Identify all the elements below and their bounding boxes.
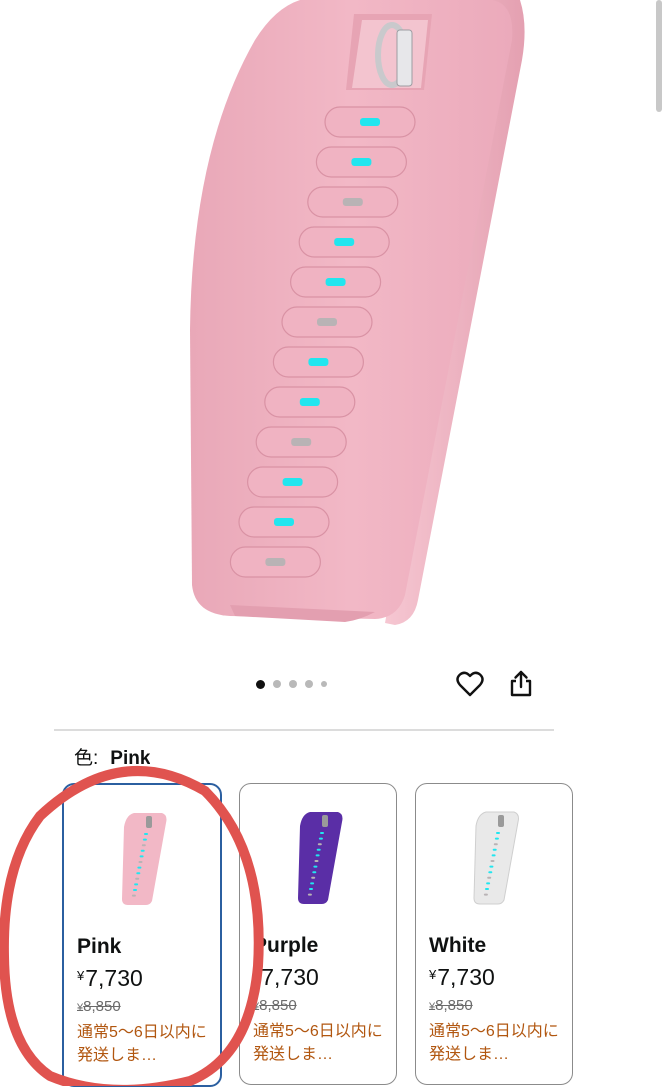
led-indicator-on [274, 518, 294, 526]
device-thumbnail-body [473, 811, 519, 905]
variant-shipping: 通常5～6日以内に発送しま… [77, 1024, 207, 1064]
led-dot-thumbnail [138, 861, 143, 863]
led-dot-thumbnail [139, 855, 144, 858]
led-dot-thumbnail [494, 837, 499, 840]
led-dot-thumbnail [137, 866, 142, 869]
carousel-dot[interactable] [273, 680, 281, 688]
led-dot-thumbnail [490, 860, 495, 862]
led-indicator-on [334, 238, 355, 246]
carousel-dot[interactable] [289, 680, 297, 688]
led-dot-thumbnail [318, 837, 323, 840]
led-dot-thumbnail [313, 865, 318, 868]
led-indicator-off [291, 438, 312, 446]
led-dot-thumbnail [142, 838, 147, 841]
led-indicator-on [325, 278, 346, 286]
variant-name: Pink [77, 935, 122, 958]
variant-price: ¥7,730 [429, 964, 495, 990]
led-indicator-off [317, 318, 337, 326]
led-dot-thumbnail [307, 893, 312, 896]
led-dot-thumbnail [493, 843, 498, 846]
led-dot-thumbnail [492, 848, 497, 851]
led-dot-thumbnail [487, 876, 492, 879]
led-dot-thumbnail [315, 854, 320, 857]
led-indicator-on [299, 398, 320, 406]
carousel-dot[interactable] [256, 679, 265, 689]
variant-shipping: 通常5～6日以内に発送しま… [429, 1023, 559, 1063]
led-dot-thumbnail [136, 872, 141, 875]
led-indicator-off [342, 198, 363, 206]
variant-shipping: 通常5～6日以内に発送しま… [253, 1023, 383, 1063]
led-dot-thumbnail [488, 871, 493, 874]
power-bank-device [190, 0, 525, 625]
section-divider [54, 729, 554, 731]
led-dot-thumbnail [141, 844, 146, 847]
color-label: 色: [74, 748, 99, 769]
led-dot-thumbnail [483, 893, 488, 896]
scrollbar[interactable] [656, 0, 662, 112]
ring-thumbnail [498, 815, 504, 827]
led-dot-thumbnail [496, 832, 500, 834]
variant-list-price: ¥8,850 [253, 997, 297, 1014]
product-image[interactable] [0, 0, 662, 650]
carousel-dot[interactable] [305, 680, 313, 688]
led-dot-thumbnail [312, 871, 317, 874]
led-dot-thumbnail [489, 865, 494, 868]
variant-price: ¥7,730 [253, 964, 319, 990]
led-indicator-on [282, 478, 303, 486]
led-indicator-on [308, 358, 329, 366]
device-thumbnail-body [122, 813, 167, 905]
variant-swatch-purple[interactable]: Purple ¥7,730 ¥8,850 通常5～6日以内に発送しま… [239, 783, 397, 1085]
led-dot-thumbnail [144, 833, 148, 835]
carousel-dot[interactable] [321, 681, 327, 687]
color-selector-label: 色: Pink [74, 744, 150, 774]
led-dot-thumbnail [491, 854, 496, 857]
share-icon[interactable] [505, 668, 537, 700]
device-thumbnail-body [298, 812, 343, 904]
led-dot-thumbnail [316, 848, 321, 851]
variant-name: White [429, 934, 487, 957]
led-dot-thumbnail [317, 843, 322, 846]
heart-icon[interactable] [454, 668, 486, 700]
ring-thumbnail [146, 816, 152, 828]
led-dot-thumbnail [134, 883, 139, 886]
variant-swatch-pink[interactable]: Pink ¥7,730 ¥8,850 通常5～6日以内に発送しま… [62, 783, 222, 1087]
led-dot-thumbnail [485, 888, 489, 890]
led-dot-thumbnail [486, 882, 491, 885]
variant-list-price: ¥8,850 [429, 997, 473, 1014]
led-dot-thumbnail [131, 894, 136, 897]
led-indicator-on [360, 118, 380, 126]
led-dot-thumbnail [311, 876, 316, 879]
variant-thumbnail [473, 811, 519, 905]
led-dot-thumbnail [310, 882, 315, 885]
led-dot-thumbnail [135, 877, 140, 880]
variant-name: Purple [253, 934, 319, 957]
led-dot-thumbnail [133, 889, 137, 891]
led-indicator-on [351, 158, 372, 166]
led-indicator-off [265, 558, 286, 566]
led-dot-thumbnail [314, 860, 319, 862]
variant-price: ¥7,730 [77, 965, 143, 991]
ring-thumbnail [322, 815, 328, 827]
carousel-dots[interactable] [256, 677, 327, 691]
variant-list-price: ¥8,850 [77, 998, 121, 1015]
variant-thumbnail [122, 813, 167, 905]
variant-thumbnail [298, 812, 343, 904]
led-dot-thumbnail [140, 849, 145, 852]
selected-color-value: Pink [110, 748, 151, 769]
variant-swatch-white[interactable]: White ¥7,730 ¥8,850 通常5～6日以内に発送しま… [415, 783, 573, 1085]
led-dot-thumbnail [320, 832, 324, 834]
led-dot-thumbnail [309, 888, 313, 890]
